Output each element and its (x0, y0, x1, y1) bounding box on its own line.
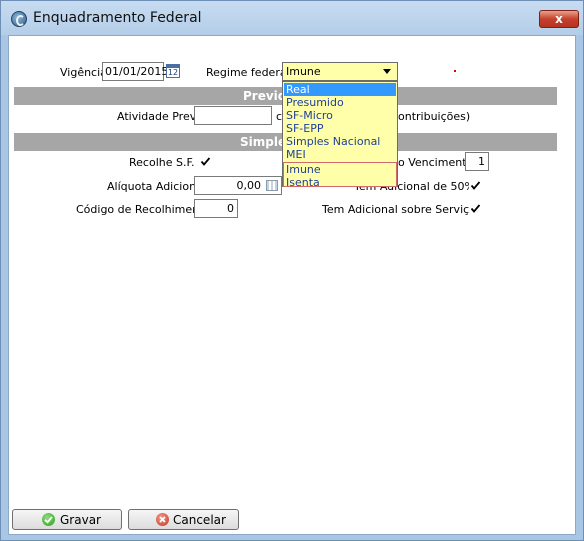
aliquota-label: Alíquota Adicional (107, 180, 206, 193)
dialog-window: Enquadramento Federal x Vigência 01/01/2… (0, 0, 584, 541)
calculator-icon[interactable] (266, 180, 278, 191)
regime-option-presumido[interactable]: Presumido (284, 96, 396, 109)
regime-option-real[interactable]: Real (284, 83, 396, 96)
adicional-servicos-checkbox[interactable] (469, 202, 482, 215)
vencimento-value: 1 (478, 155, 485, 168)
regime-option-imune[interactable]: Imune (284, 163, 396, 176)
aliquota-input[interactable]: 0,00 (194, 176, 282, 195)
vigencia-input[interactable]: 01/01/2015 (102, 62, 168, 81)
codigo-input[interactable]: 0 (194, 199, 238, 218)
regime-option-isenta[interactable]: Isenta (284, 176, 396, 189)
vencimento-input[interactable]: 1 (465, 152, 489, 171)
regime-selected-value: Imune (286, 65, 321, 78)
regime-option-simples-nacional[interactable]: Simples Nacional (284, 135, 396, 148)
regime-option-sf-epp[interactable]: SF-EPP (284, 122, 396, 135)
recolhe-label: Recolhe S.F. (129, 156, 195, 169)
regime-dropdown-list: Real Presumido SF-Micro SF-EPP Simples N… (282, 81, 398, 189)
adicional50-checkbox[interactable] (469, 179, 482, 192)
required-dot (454, 70, 456, 72)
regime-option-sf-micro[interactable]: SF-Micro (284, 109, 396, 122)
adicional-servicos-label: Tem Adicional sobre Serviços (322, 203, 482, 216)
dropdown-arrow-icon[interactable] (383, 69, 391, 74)
save-label: Gravar (60, 513, 101, 527)
codigo-label: Código de Recolhimento (76, 203, 211, 216)
atividade-hint-suffix: ontribuições) (398, 110, 471, 123)
save-button[interactable]: Gravar (12, 509, 122, 530)
previdencia-band-text: Previd (243, 89, 287, 103)
cancel-icon (156, 513, 169, 526)
vigencia-value: 01/01/2015 (105, 65, 169, 78)
cancel-label: Cancelar (173, 513, 226, 527)
recolhe-checkbox[interactable] (199, 155, 212, 168)
vencimento-label: o Vencimento (398, 156, 474, 169)
app-icon (11, 11, 27, 27)
aliquota-value: 0,00 (236, 179, 262, 192)
regime-option-mei[interactable]: MEI (284, 148, 396, 161)
regime-label: Regime federal (206, 66, 290, 79)
atividade-input[interactable] (194, 106, 272, 125)
close-button[interactable]: x (539, 10, 579, 28)
calendar-icon[interactable]: 12 (166, 64, 180, 78)
window-title: Enquadramento Federal (33, 10, 202, 26)
codigo-value: 0 (227, 202, 234, 215)
cancel-button[interactable]: Cancelar (128, 509, 239, 530)
vigencia-label: Vigência (60, 66, 107, 79)
atividade-label: Atividade Prev. (117, 110, 199, 123)
calendar-icon-text: 12 (167, 68, 179, 77)
regime-select[interactable]: Imune (282, 62, 398, 81)
title-bar[interactable]: Enquadramento Federal x (1, 1, 583, 35)
form-panel: Vigência 01/01/2015 12 Regime federal Im… (8, 35, 576, 535)
check-icon (42, 513, 55, 526)
